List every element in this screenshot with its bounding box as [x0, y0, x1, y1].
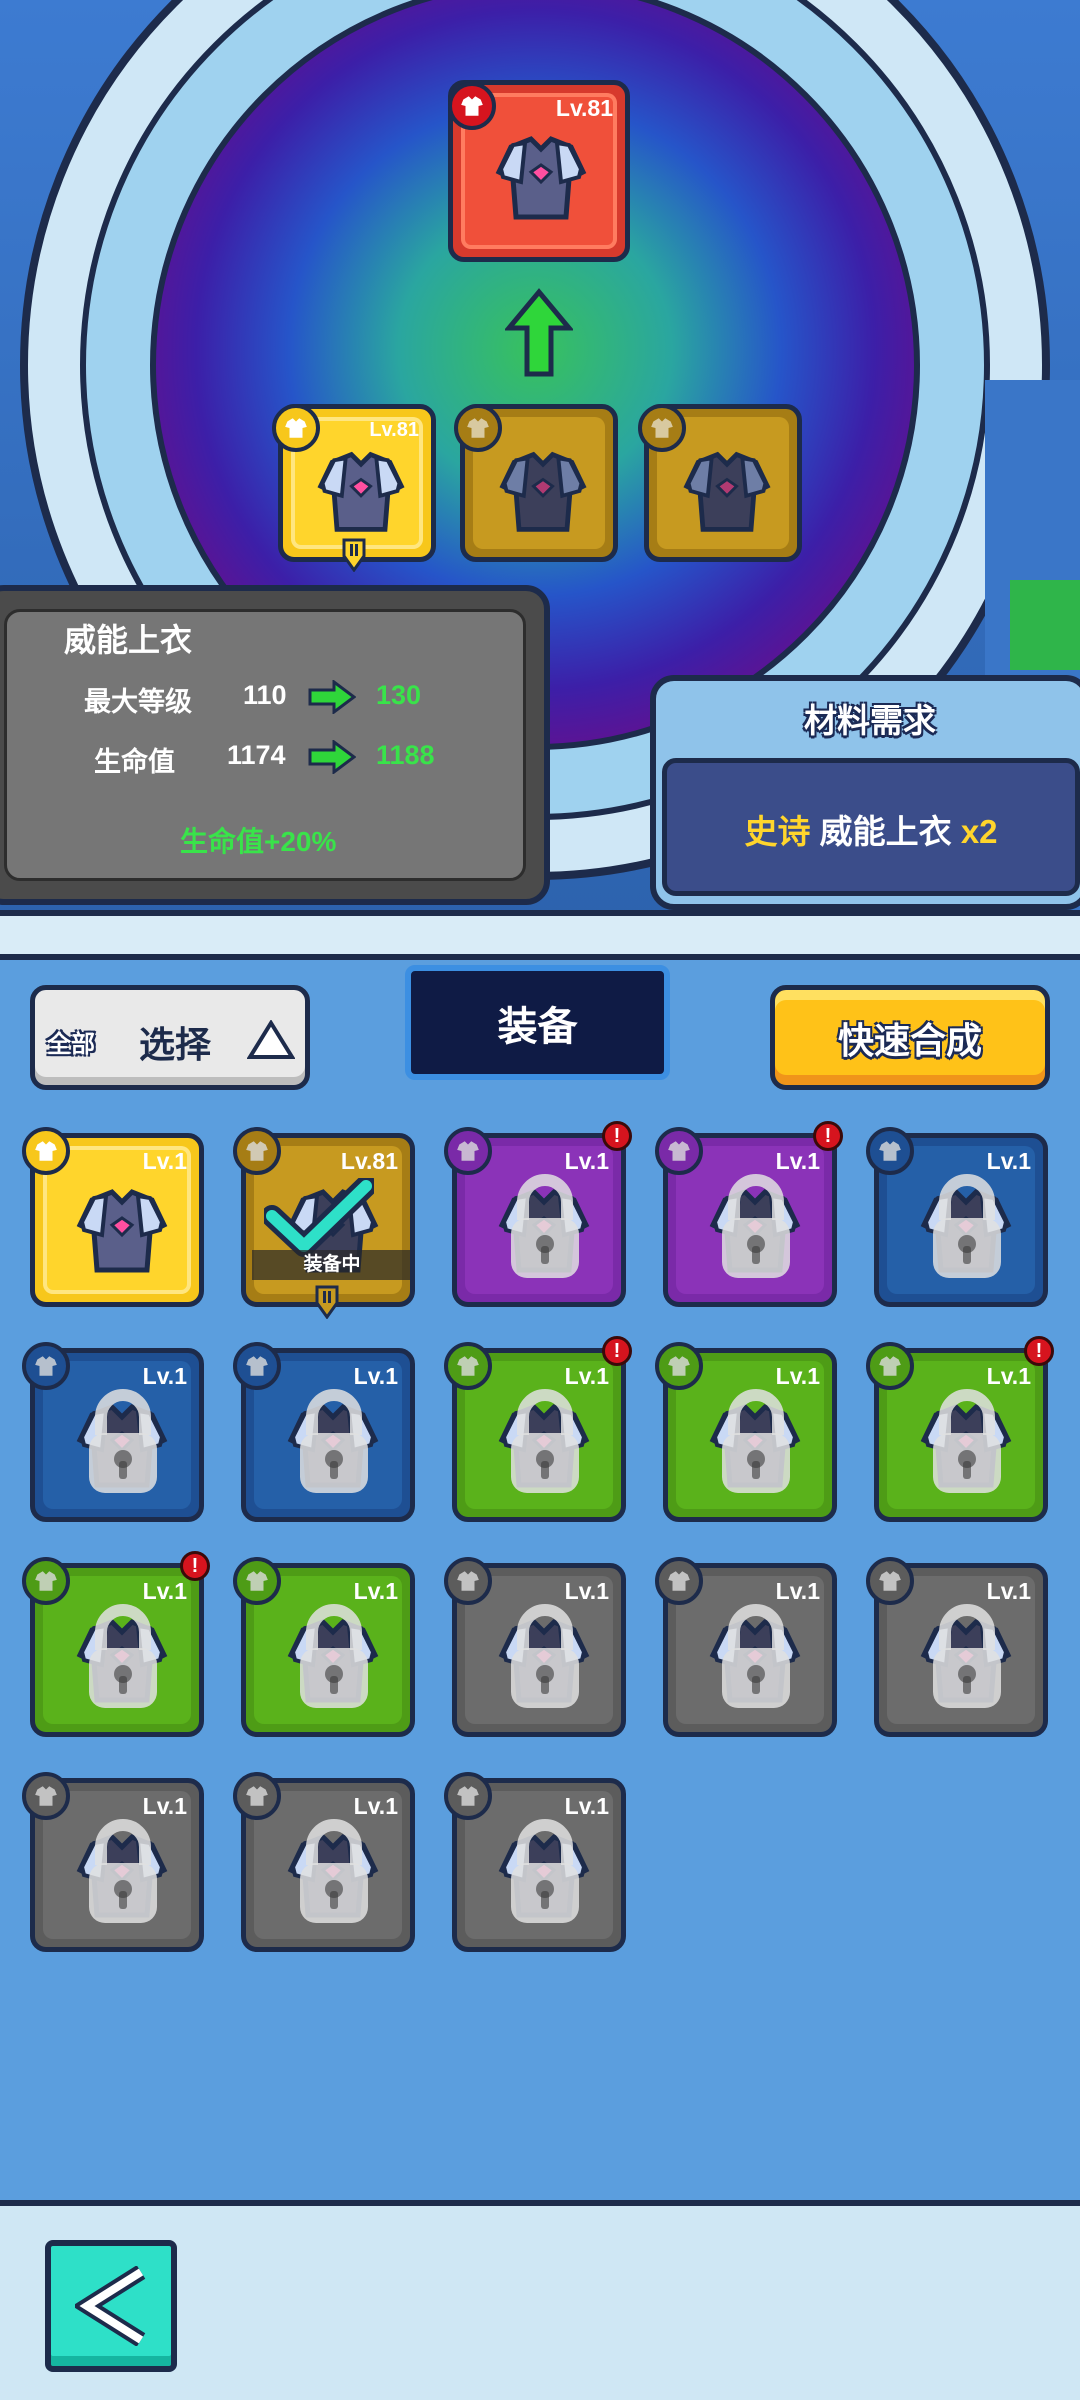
lock-icon	[89, 1819, 157, 1923]
material-rarity: 史诗	[744, 813, 811, 850]
shirt-slot-icon	[454, 404, 502, 452]
right-arrow-icon	[308, 740, 356, 774]
triangle-up-icon	[247, 1020, 295, 1059]
equipment-card[interactable]: Lv.1	[663, 1563, 837, 1737]
material-requirement: 史诗 威能上衣 x2	[662, 805, 1080, 853]
lock-icon	[722, 1604, 790, 1708]
stat-from-max-level: 110	[243, 680, 287, 710]
equipment-card[interactable]: Lv.1	[30, 1348, 204, 1522]
item-level: Lv.1	[142, 1148, 187, 1174]
equipped-label: 装备中	[252, 1250, 410, 1280]
equipment-card[interactable]: Lv.1	[874, 1563, 1048, 1737]
back-button[interactable]	[45, 2240, 177, 2372]
equipment-card[interactable]: Lv.1	[241, 1348, 415, 1522]
equipment-card[interactable]: Lv.1	[452, 1563, 626, 1737]
item-level: Lv.1	[353, 1578, 398, 1604]
lock-icon	[89, 1604, 157, 1708]
equipment-card[interactable]: Lv.1	[241, 1563, 415, 1737]
item-name: 威能上衣	[64, 622, 193, 658]
lock-icon	[511, 1819, 579, 1923]
item-level: Lv.1	[564, 1363, 609, 1389]
stat-label-hp: 生命值	[94, 747, 175, 777]
item-level: Lv.1	[564, 1148, 609, 1174]
item-level: Lv.81	[555, 95, 613, 121]
armor-icon	[683, 451, 771, 532]
lock-icon	[511, 1389, 579, 1493]
shirt-slot-icon	[448, 82, 496, 130]
filter-all-label: 全部	[47, 1031, 95, 1058]
stat-from-hp: 1174	[227, 740, 286, 770]
equipment-card[interactable]: Lv.1	[241, 1778, 415, 1952]
lock-icon	[722, 1174, 790, 1278]
item-level: Lv.1	[775, 1578, 820, 1604]
materials-title: 材料需求	[804, 702, 936, 739]
armor-icon	[495, 136, 587, 220]
equipment-card[interactable]: Lv.1	[30, 1563, 204, 1737]
armor-icon	[317, 451, 405, 532]
lock-icon	[933, 1389, 1001, 1493]
material-item: 威能上衣	[819, 813, 952, 850]
stat-bonus: 生命值+20%	[180, 826, 337, 857]
item-level: Lv.81	[369, 419, 419, 441]
equipment-card[interactable]: 装备中 Lv.81	[241, 1133, 415, 1307]
back-arrow-icon	[75, 2266, 146, 2346]
item-level: Lv.1	[986, 1363, 1031, 1389]
item-level: Lv.1	[775, 1363, 820, 1389]
item-level: Lv.1	[986, 1148, 1031, 1174]
lock-icon	[300, 1389, 368, 1493]
equipment-card[interactable]: Lv.1	[30, 1133, 204, 1307]
equipment-card[interactable]: Lv.1	[874, 1133, 1048, 1307]
item-level: Lv.1	[986, 1578, 1031, 1604]
equipment-card[interactable]: Lv.1	[663, 1348, 837, 1522]
item-level: Lv.1	[353, 1363, 398, 1389]
item-level: Lv.81	[340, 1148, 398, 1174]
equipment-card[interactable]: Lv.1	[30, 1778, 204, 1952]
stat-to-hp: 1188	[376, 740, 435, 770]
lock-icon	[933, 1604, 1001, 1708]
section-divider	[0, 910, 1080, 960]
pin-marker-icon	[342, 538, 366, 572]
background-decor	[1010, 580, 1080, 670]
filter-select-button[interactable]: 全部 选择	[30, 985, 310, 1090]
tab-equipment[interactable]: 装备	[405, 965, 670, 1080]
item-level: Lv.1	[142, 1578, 187, 1604]
equipment-card[interactable]: Lv.1	[452, 1778, 626, 1952]
equipment-card[interactable]: Lv.1	[452, 1348, 626, 1522]
checkmark-icon	[264, 1178, 374, 1257]
item-level: Lv.1	[564, 1578, 609, 1604]
select-label: 选择	[139, 1024, 212, 1065]
item-level: Lv.1	[775, 1148, 820, 1174]
armor-icon	[499, 451, 587, 532]
item-level: Lv.1	[353, 1793, 398, 1819]
item-level: Lv.1	[142, 1793, 187, 1819]
up-arrow-icon	[505, 288, 573, 377]
lock-icon	[722, 1389, 790, 1493]
lock-icon	[511, 1604, 579, 1708]
shirt-slot-icon	[638, 404, 686, 452]
equipment-card[interactable]: Lv.1	[663, 1133, 837, 1307]
armor-icon	[76, 1189, 168, 1273]
stat-to-max-level: 130	[376, 680, 422, 710]
equipment-card[interactable]: Lv.1	[874, 1348, 1048, 1522]
equipment-card[interactable]: Lv.1	[452, 1133, 626, 1307]
quick-merge-button[interactable]: 快速合成	[770, 985, 1050, 1090]
right-arrow-icon	[308, 680, 356, 714]
stat-label-max-level: 最大等级	[84, 687, 192, 717]
lock-icon	[300, 1604, 368, 1708]
lock-icon	[89, 1389, 157, 1493]
lock-icon	[511, 1174, 579, 1278]
lock-icon	[300, 1819, 368, 1923]
lock-icon	[933, 1174, 1001, 1278]
item-level: Lv.1	[142, 1363, 187, 1389]
material-count: x2	[960, 813, 998, 850]
shirt-slot-icon	[272, 404, 320, 452]
item-level: Lv.1	[564, 1793, 609, 1819]
